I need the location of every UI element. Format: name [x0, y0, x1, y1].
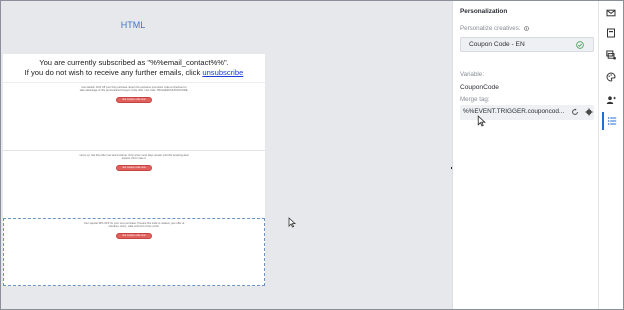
palette-button[interactable]: [602, 68, 620, 86]
template-icon: [607, 28, 615, 38]
mouse-pointer-icon: [477, 115, 486, 127]
template-button[interactable]: [602, 24, 620, 42]
coupon-button[interactable]: Get coupon code now: [116, 97, 152, 104]
right-toolbar: [598, 1, 623, 309]
editor-canvas[interactable]: HTML You are currently subscribed as "%%…: [1, 1, 452, 309]
subscription-notice: You are currently subscribed as "%%email…: [3, 54, 265, 78]
palette-icon: [606, 72, 616, 82]
gear-icon[interactable]: [585, 108, 593, 116]
refresh-icon[interactable]: [571, 108, 579, 116]
email-preview[interactable]: You are currently subscribed as "%%email…: [3, 54, 265, 286]
content-block-1[interactable]: Get started: 10% Off your first purchase…: [3, 82, 265, 150]
block-text: Your special 10% OFF for your next purch…: [83, 222, 185, 229]
mail-icon: [606, 9, 616, 17]
merge-tag-value: %%EVENT.TRIGGER.couponcod...: [463, 108, 565, 115]
subscription-line-2: If you do not wish to receive any furthe…: [3, 68, 265, 78]
list-icon: [607, 117, 617, 125]
personalize-label-text: Personalize creatives:: [460, 25, 521, 32]
panel-title: Personalization: [460, 8, 508, 15]
coupon-button[interactable]: Get coupon code now: [116, 233, 152, 240]
merge-tag-label: Merge tag:: [460, 96, 490, 103]
creative-select[interactable]: Coupon Code - EN: [460, 37, 594, 52]
unsubscribe-link[interactable]: unsubscribe: [202, 68, 243, 77]
subscription-line-1: You are currently subscribed as "%%email…: [39, 58, 229, 67]
variable-label: Variable:: [460, 71, 484, 78]
mouse-pointer-icon: [288, 217, 296, 228]
subscription-line-2-text: If you do not wish to receive any furthe…: [24, 68, 203, 77]
variable-value: CouponCode: [460, 84, 499, 91]
image-settings-icon: [606, 50, 616, 60]
content-block-3-selected[interactable]: Your special 10% OFF for your next purch…: [3, 218, 265, 286]
html-heading: HTML: [120, 20, 146, 30]
content-block-2[interactable]: Hurry up: Get this offer now and continu…: [3, 150, 265, 217]
block-text: Hurry up: Get this offer now and continu…: [79, 154, 189, 161]
info-icon[interactable]: [524, 26, 530, 31]
personalize-label: Personalize creatives:: [460, 25, 530, 32]
add-user-icon: [606, 96, 616, 104]
add-user-button[interactable]: [602, 91, 620, 109]
coupon-button[interactable]: Get coupon code now: [116, 165, 152, 172]
mail-button[interactable]: [602, 4, 620, 22]
block-text: Get started: 10% Off your first purchase…: [79, 86, 189, 93]
creative-select-value: Coupon Code - EN: [469, 41, 525, 48]
personalization-panel: Personalization Personalize creatives: C…: [452, 1, 598, 309]
image-settings-button[interactable]: [602, 46, 620, 64]
list-button[interactable]: [602, 112, 620, 130]
check-circle-icon: [576, 41, 584, 49]
